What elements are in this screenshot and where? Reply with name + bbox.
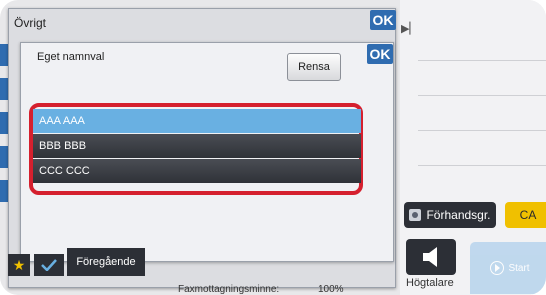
- list-item[interactable]: CCC CCC: [33, 159, 361, 183]
- speaker-icon: [423, 247, 437, 267]
- previous-label: Föregående: [76, 256, 136, 268]
- speaker-button[interactable]: [406, 239, 456, 275]
- clear-label: Rensa: [298, 61, 330, 73]
- check-button[interactable]: [34, 254, 64, 276]
- list-item[interactable]: BBB BBB: [33, 134, 361, 158]
- speaker-label: Högtalare: [406, 277, 454, 289]
- list-item[interactable]: AAA AAA: [33, 109, 361, 133]
- own-name-dialog-title: Eget namnval: [37, 51, 105, 63]
- start-label: Start: [508, 262, 530, 274]
- clear-button[interactable]: Rensa: [287, 53, 341, 81]
- row-divider: [418, 130, 546, 131]
- start-icon: [490, 261, 505, 275]
- outer-ok-button[interactable]: OK: [370, 10, 396, 30]
- fax-memory-label: Faxmottagningsminne:: [178, 284, 280, 295]
- inner-ok-label: OK: [369, 46, 391, 62]
- row-divider: [418, 95, 546, 96]
- start-button[interactable]: Start: [470, 242, 546, 294]
- previous-button[interactable]: Föregående: [67, 248, 145, 276]
- screen-frame: ▶▏ Förhandsgr. CA Högtalare Start Övrigt…: [0, 0, 546, 295]
- ca-label: CA: [519, 208, 537, 222]
- ca-button[interactable]: CA: [505, 202, 546, 228]
- other-dialog-title: Övrigt: [14, 16, 47, 30]
- row-divider: [418, 165, 546, 166]
- list-item-label: AAA AAA: [39, 115, 85, 127]
- row-divider: [418, 60, 546, 61]
- check-icon: [41, 259, 57, 271]
- expand-arrow-icon[interactable]: ▶▏: [401, 22, 418, 35]
- star-icon: ★: [12, 256, 26, 273]
- preview-label: Förhandsgr.: [426, 208, 491, 222]
- list-item-label: BBB BBB: [39, 140, 87, 152]
- favorite-button[interactable]: ★: [8, 254, 30, 276]
- outer-ok-label: OK: [372, 12, 394, 28]
- preview-icon: [409, 209, 422, 221]
- own-name-dialog: Eget namnval Rensa AAA AAA BBB BBB CCC C…: [20, 42, 394, 262]
- inner-ok-button[interactable]: OK: [367, 44, 393, 64]
- fax-memory-value: 100%: [318, 284, 344, 295]
- list-item-label: CCC CCC: [39, 165, 90, 177]
- preview-button[interactable]: Förhandsgr.: [404, 202, 496, 228]
